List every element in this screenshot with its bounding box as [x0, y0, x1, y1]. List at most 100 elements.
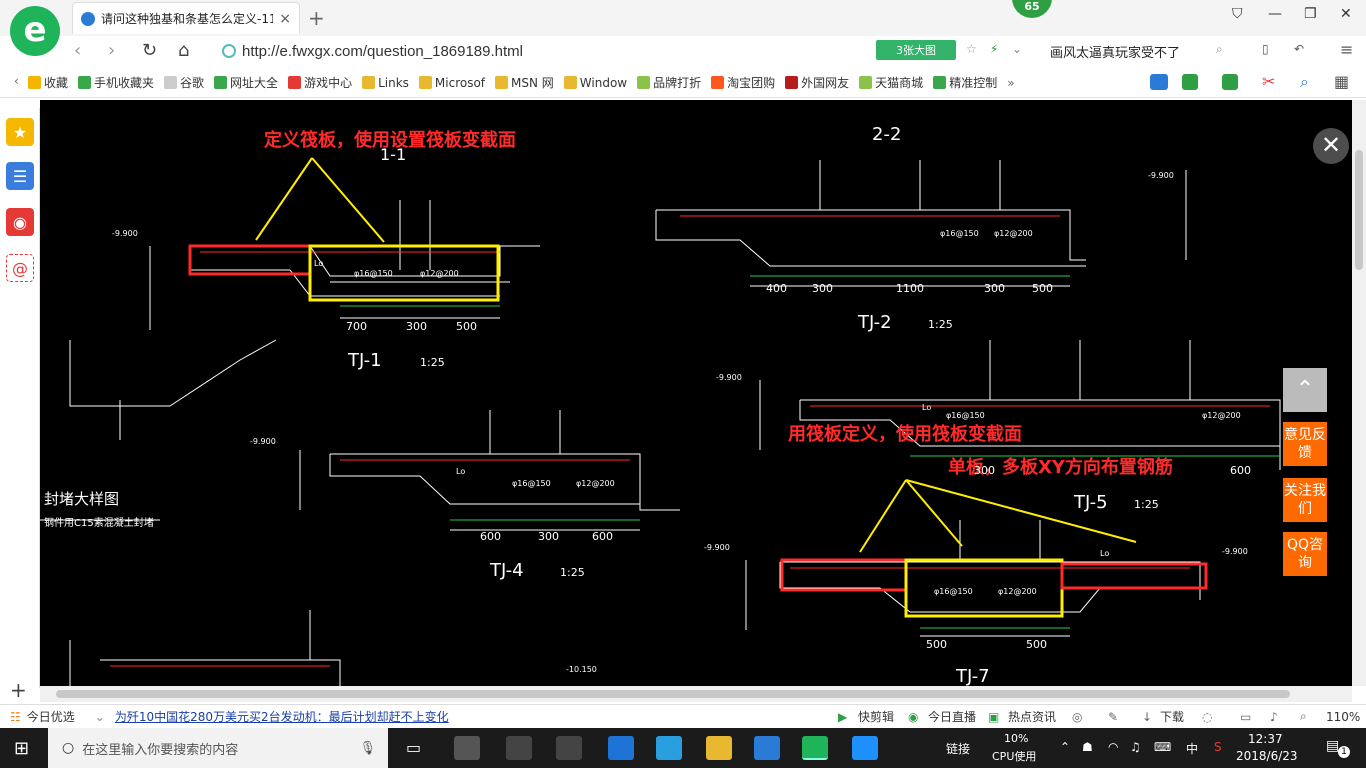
- chevron-up-icon[interactable]: ⌃: [1060, 740, 1070, 754]
- phone-icon[interactable]: ▯: [1262, 42, 1269, 56]
- shield-icon[interactable]: [1182, 74, 1198, 90]
- app-folder-icon[interactable]: [706, 736, 732, 760]
- home-button[interactable]: ⌂: [178, 40, 189, 61]
- add-sidebar-icon[interactable]: +: [10, 678, 27, 702]
- vertical-scrollbar[interactable]: [1352, 100, 1366, 686]
- bookmark-item[interactable]: 品牌打折: [637, 74, 701, 91]
- refresh-button[interactable]: ↻: [142, 40, 157, 61]
- active-tab[interactable]: 请问这种独基和条基怎么定义-11 ×: [72, 2, 300, 34]
- scroll-thumb[interactable]: [56, 690, 1290, 698]
- ime-indicator[interactable]: 中: [1186, 740, 1198, 757]
- bookmarks-more-button[interactable]: »: [1007, 76, 1014, 90]
- bookmark-item[interactable]: 谷歌: [164, 74, 204, 91]
- clip-link[interactable]: 快剪辑: [858, 708, 894, 725]
- restore-button[interactable]: ❐: [1304, 6, 1317, 22]
- shirt-skin-icon[interactable]: ⛉: [1232, 6, 1243, 22]
- scroll-thumb[interactable]: [1355, 150, 1363, 270]
- chevron-down-icon[interactable]: ⌄: [95, 710, 105, 724]
- app-spiral-icon[interactable]: [556, 736, 582, 760]
- app-plus-icon[interactable]: [852, 736, 878, 760]
- minimize-button[interactable]: —: [1268, 6, 1282, 22]
- headline-link[interactable]: 为歼10中国花280万美元买2台发动机：最后计划却赶不上变化: [115, 708, 449, 725]
- compass-icon[interactable]: ◎: [1072, 710, 1082, 724]
- bookmark-item[interactable]: 外国网友: [785, 74, 849, 91]
- network-icon[interactable]: ☗: [1082, 740, 1093, 754]
- tab-close-icon[interactable]: ×: [279, 11, 291, 27]
- favorites-star-icon[interactable]: ★: [6, 118, 34, 146]
- today-label[interactable]: 今日优选: [27, 708, 75, 725]
- qq-button[interactable]: QQ咨询: [1283, 532, 1327, 576]
- bookmark-item[interactable]: 精准控制: [933, 74, 997, 91]
- feedback-button[interactable]: 意见反馈: [1283, 422, 1327, 466]
- news-ticker[interactable]: 画风太逼真玩家受不了: [1050, 42, 1180, 61]
- close-viewer-button[interactable]: ✕: [1313, 128, 1349, 164]
- bookmark-toggle-icon[interactable]: ‹: [14, 74, 19, 88]
- star-icon[interactable]: ☆: [966, 42, 977, 56]
- follow-button[interactable]: 关注我们: [1283, 478, 1327, 522]
- back-button[interactable]: ‹: [74, 40, 81, 61]
- bookmark-item[interactable]: 淘宝团购: [711, 74, 775, 91]
- horizontal-scrollbar[interactable]: [40, 686, 1352, 702]
- reader-list-icon[interactable]: ☰: [6, 162, 34, 190]
- bookmark-item[interactable]: 收藏: [28, 74, 68, 91]
- grid-icon[interactable]: ▦: [1334, 72, 1349, 91]
- hot-link[interactable]: 热点资讯: [1008, 708, 1056, 725]
- windows-start-icon[interactable]: ⊞: [14, 738, 29, 759]
- scissors-icon[interactable]: ✂: [1262, 72, 1275, 91]
- chevron-down-icon[interactable]: ⌄: [1012, 42, 1022, 56]
- app-ie-icon[interactable]: [656, 736, 682, 760]
- undo-icon[interactable]: ↶: [1294, 42, 1304, 56]
- bookmark-item[interactable]: Microsof: [418, 76, 485, 90]
- bookmark-item[interactable]: 天猫商城: [859, 74, 923, 91]
- keyboard-icon[interactable]: ⌨: [1154, 740, 1171, 754]
- microphone-icon[interactable]: 🎙: [359, 741, 376, 756]
- clock-date[interactable]: 2018/6/23: [1236, 749, 1298, 763]
- menu-icon[interactable]: ≡: [1340, 40, 1353, 59]
- bookmark-item[interactable]: 手机收藏夹: [78, 74, 154, 91]
- bookmark-item[interactable]: 网址大全: [214, 74, 278, 91]
- app-active-browser-icon[interactable]: [802, 736, 828, 760]
- dimension-text: 300: [974, 464, 995, 477]
- site-info-icon[interactable]: [222, 44, 236, 58]
- forward-button[interactable]: ›: [108, 40, 115, 61]
- weibo-icon[interactable]: ◉: [6, 208, 34, 236]
- volume-icon[interactable]: ♫: [1130, 740, 1141, 754]
- bookmark-item[interactable]: MSN 网: [495, 74, 554, 91]
- new-tab-button[interactable]: +: [308, 6, 325, 30]
- task-view-icon[interactable]: ▭: [406, 738, 421, 757]
- address-bar[interactable]: http://e.fwxgx.com/question_1869189.html: [222, 38, 862, 64]
- bookmark-item[interactable]: Window: [563, 76, 627, 90]
- lightning-icon[interactable]: ⚡: [990, 42, 998, 56]
- tool-icon[interactable]: ✎: [1108, 710, 1118, 724]
- app-edge-icon[interactable]: [608, 736, 634, 760]
- elevation-text: -9.900: [1148, 171, 1174, 180]
- big-pic-button[interactable]: 3张大图: [876, 40, 956, 60]
- close-window-button[interactable]: ✕: [1340, 6, 1352, 22]
- search-icon[interactable]: ⌕: [1216, 42, 1223, 57]
- window-icon[interactable]: ▭: [1240, 710, 1251, 724]
- url-text[interactable]: http://e.fwxgx.com/question_1869189.html: [242, 43, 523, 60]
- image-viewer[interactable]: 定义筏板，使用设置筏板变截面 用筏板定义，使用筏板变截面 单板，多板XY方向布置…: [40, 100, 1352, 686]
- app-pinwheel-icon[interactable]: [454, 736, 480, 760]
- live-link[interactable]: 今日直播: [928, 708, 976, 725]
- taskbar-search[interactable]: ○ 在这里输入你要搜索的内容 🎙: [48, 728, 388, 768]
- download-link[interactable]: 下载: [1160, 708, 1184, 725]
- wifi-icon[interactable]: ◠: [1108, 740, 1118, 754]
- bookmark-item[interactable]: Links: [362, 76, 409, 90]
- mail-icon[interactable]: @: [6, 254, 34, 282]
- score-badge[interactable]: 65: [1012, 0, 1052, 18]
- browser-logo-icon[interactable]: e: [10, 6, 60, 56]
- clock-time[interactable]: 12:37: [1248, 732, 1283, 746]
- extension-icon[interactable]: [1150, 74, 1168, 90]
- sogou-icon[interactable]: S: [1214, 740, 1222, 754]
- bookmark-item[interactable]: 游戏中心: [288, 74, 352, 91]
- zoom-level[interactable]: 110%: [1326, 710, 1360, 724]
- translate-icon[interactable]: [1222, 74, 1238, 90]
- link-toolbar[interactable]: 链接: [946, 740, 970, 757]
- settings-icon[interactable]: ◌: [1202, 710, 1212, 724]
- app-browser-e-icon[interactable]: [506, 736, 532, 760]
- back-to-top-button[interactable]: ⌃: [1283, 368, 1327, 412]
- search-icon[interactable]: ⌕: [1300, 72, 1309, 92]
- app-g-icon[interactable]: [754, 736, 780, 760]
- speaker-icon[interactable]: ♪: [1270, 710, 1278, 724]
